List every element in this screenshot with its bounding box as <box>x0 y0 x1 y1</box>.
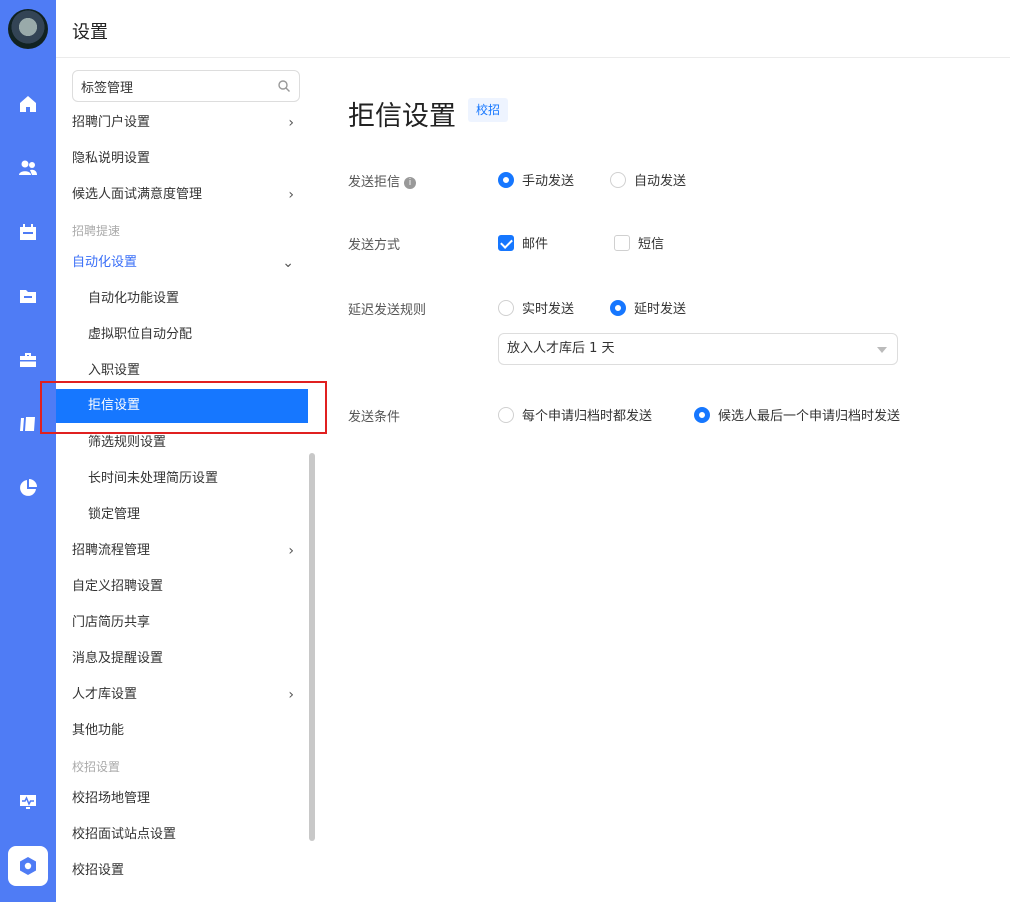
chevron-right-icon: › <box>288 187 294 203</box>
page-header: 设置 <box>56 0 1010 58</box>
radio-checked-icon <box>610 299 626 316</box>
send-method-label: 发送方式 <box>348 238 401 253</box>
sidebar-item-campus-interview-site[interactable]: 校招面试站点设置 <box>72 821 300 849</box>
chevron-right-icon: › <box>288 543 294 559</box>
sidebar-item-store-share[interactable]: 门店简历共享 <box>72 609 300 637</box>
sidebar-item-process[interactable]: 招聘流程管理 › <box>72 537 300 565</box>
radio-unchecked-icon <box>610 171 626 188</box>
radio-last-archive[interactable]: 候选人最后一个申请归档时发送 <box>694 405 900 424</box>
pie-chart-icon[interactable] <box>16 476 40 500</box>
section-speedup: 招聘提速 <box>72 224 121 238</box>
sidebar-item-lock[interactable]: 锁定管理 <box>88 501 300 529</box>
radio-checked-icon <box>694 406 710 423</box>
folder-icon[interactable] <box>16 284 40 308</box>
sidebar-item-portal[interactable]: 招聘门户设置 › <box>72 109 300 137</box>
radio-auto[interactable]: 自动发送 <box>610 170 686 189</box>
caret-down-icon <box>877 347 887 353</box>
settings-sidebar: 招聘门户设置› 隐私说明设置 候选人面试满意度管理› 招聘提速 自动化设置⌄ 自… <box>56 58 316 902</box>
monitor-icon[interactable] <box>16 790 40 814</box>
delay-select[interactable]: 放入人才库后 1 天 <box>498 333 898 365</box>
nav-rail <box>0 0 56 902</box>
send-rejection-label: 发送拒信 i <box>348 171 417 190</box>
library-icon[interactable] <box>16 412 40 436</box>
sidebar-item-privacy[interactable]: 隐私说明设置 <box>72 145 300 173</box>
radio-delayed[interactable]: 延时发送 <box>610 298 686 317</box>
sidebar-scrollbar[interactable] <box>309 453 315 841</box>
checkbox-checked-icon <box>498 234 514 251</box>
briefcase-icon[interactable] <box>16 348 40 372</box>
search-input[interactable] <box>73 71 263 101</box>
highlight-annotation <box>40 381 327 434</box>
avatar[interactable] <box>8 9 48 49</box>
checkbox-sms[interactable]: 短信 <box>614 233 664 252</box>
sidebar-item-talent-pool[interactable]: 人才库设置 › <box>72 681 300 709</box>
radio-manual[interactable]: 手动发送 <box>498 170 574 189</box>
radio-checked-icon <box>498 171 514 188</box>
users-icon[interactable] <box>16 156 40 180</box>
campus-tag: 校招 <box>468 98 509 122</box>
page-title: 拒信设置 <box>348 101 456 132</box>
sidebar-item-campus-settings[interactable]: 校招设置 <box>72 857 300 885</box>
sidebar-item-other[interactable]: 其他功能 <box>72 717 300 745</box>
chevron-right-icon: › <box>288 115 294 131</box>
radio-unchecked-icon <box>498 406 514 423</box>
delay-rule-label: 延迟发送规则 <box>348 303 427 318</box>
calendar-icon[interactable] <box>16 220 40 244</box>
checkbox-unchecked-icon <box>614 234 630 251</box>
sidebar-item-automation[interactable]: 自动化设置 ⌄ <box>72 249 300 277</box>
sidebar-item-satisfaction[interactable]: 候选人面试满意度管理 › <box>72 181 300 209</box>
info-icon[interactable]: i <box>404 176 417 189</box>
sidebar-item-custom[interactable]: 自定义招聘设置 <box>72 573 300 601</box>
send-condition-label: 发送条件 <box>348 410 401 425</box>
header-title: 设置 <box>72 22 108 43</box>
chevron-down-icon: ⌄ <box>282 255 294 271</box>
main-content: 拒信设置 校招 发送拒信 i 手动发送 自动发送 发送方式 邮件 短信 延迟发送规… <box>316 58 1010 902</box>
section-campus: 校招设置 <box>72 760 121 774</box>
sidebar-item-auto-func[interactable]: 自动化功能设置 <box>88 285 300 313</box>
sidebar-item-notifications[interactable]: 消息及提醒设置 <box>72 645 300 673</box>
chevron-right-icon: › <box>288 687 294 703</box>
radio-realtime[interactable]: 实时发送 <box>498 298 574 317</box>
sidebar-item-long-unprocessed[interactable]: 长时间未处理简历设置 <box>88 465 300 493</box>
checkbox-email[interactable]: 邮件 <box>498 233 548 252</box>
sidebar-item-virtual-job[interactable]: 虚拟职位自动分配 <box>88 321 300 349</box>
home-icon[interactable] <box>16 92 40 116</box>
sidebar-item-campus-venue[interactable]: 校招场地管理 <box>72 785 300 813</box>
search-icon[interactable] <box>277 79 291 93</box>
settings-icon[interactable] <box>8 846 48 886</box>
search-box[interactable] <box>72 70 300 102</box>
radio-every-archive[interactable]: 每个申请归档时都发送 <box>498 405 652 424</box>
radio-unchecked-icon <box>498 299 514 316</box>
